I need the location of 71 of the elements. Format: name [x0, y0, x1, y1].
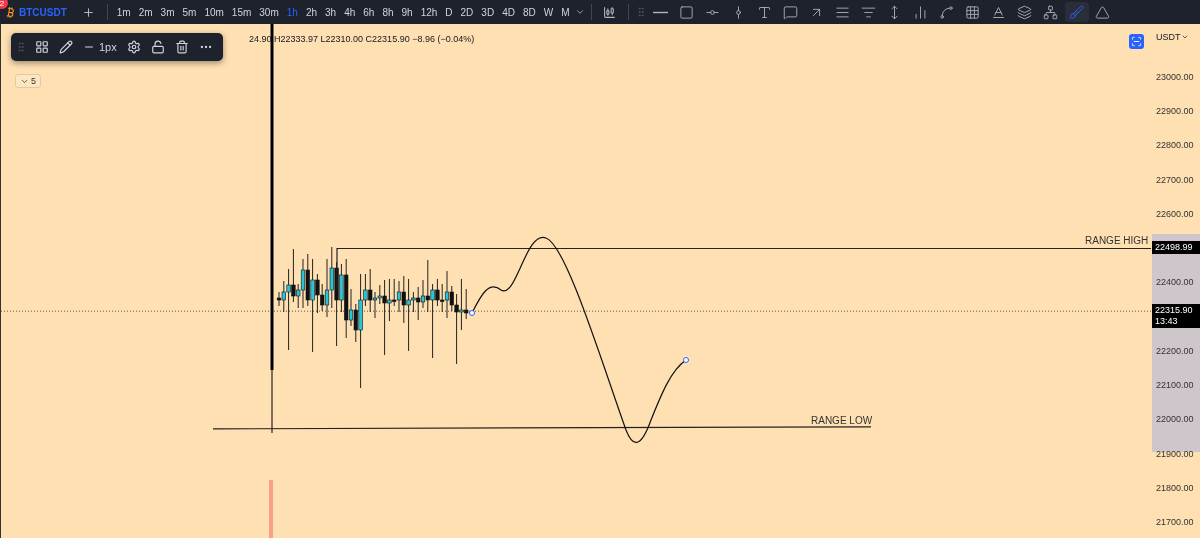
interval-tab[interactable]: W	[540, 6, 557, 18]
interval-tab[interactable]: 4h	[341, 6, 359, 18]
countdown: 13:43	[1155, 316, 1179, 328]
text-tool-icon	[757, 4, 773, 20]
price-label: 21700.00	[1156, 517, 1194, 527]
price-tag: 22498.99	[1152, 241, 1200, 255]
interval-tab[interactable]: 3h	[322, 6, 340, 18]
rectangle-tool-icon	[679, 4, 695, 20]
candlestick-icon	[603, 5, 617, 19]
plus-icon	[82, 5, 96, 19]
range-low-label: RANGE LOW	[811, 414, 873, 426]
interval-tab[interactable]: 2m	[135, 6, 156, 18]
price-label: 22100.00	[1156, 380, 1194, 391]
unlock-icon	[150, 40, 165, 54]
price-label: 22900.00	[1156, 106, 1194, 117]
price-label: 22200.00	[1156, 345, 1194, 356]
interval-tab[interactable]: 2D	[457, 6, 477, 18]
chevron-down-icon[interactable]	[574, 7, 585, 17]
interval-tab[interactable]: 30m	[256, 6, 282, 18]
interval-tab[interactable]: 12h	[417, 6, 441, 18]
grid-icon	[965, 4, 981, 20]
volume-bar	[269, 480, 273, 538]
price-label: 22700.00	[1156, 174, 1194, 185]
line-tool-icon	[653, 10, 669, 14]
interval-tab[interactable]: 3m	[157, 6, 178, 18]
callout-icon	[783, 4, 799, 20]
coin-icon	[4, 5, 17, 19]
interval-tab[interactable]: 4D	[499, 6, 518, 18]
last-price: 22315.90	[1155, 305, 1194, 317]
color-button[interactable]	[57, 38, 75, 56]
interval-tab[interactable]: D	[442, 6, 456, 18]
path-icon	[939, 4, 955, 20]
interval-tab[interactable]: 5m	[179, 6, 200, 18]
interval-tab[interactable]: 8D	[519, 6, 539, 18]
price-label: 23000.00	[1156, 72, 1194, 82]
interval-tab[interactable]: 6h	[360, 6, 378, 18]
drag-handle-icon[interactable]	[15, 41, 27, 53]
price-label: 21800.00	[1156, 482, 1194, 493]
price-label: 22800.00	[1156, 140, 1194, 151]
interval-tab[interactable]: 8h	[379, 6, 397, 18]
interval-tab[interactable]: 1m	[113, 6, 134, 18]
settings-icon	[126, 40, 141, 54]
collapse-button[interactable]: 5	[15, 74, 41, 88]
anchor-point[interactable]	[469, 310, 475, 316]
brush-tool[interactable]	[1064, 2, 1089, 22]
auto-scale-icon	[1131, 36, 1142, 47]
interval-tab[interactable]: 10m	[201, 6, 227, 18]
text-icon	[991, 4, 1007, 20]
auto-scale-button[interactable]	[1129, 34, 1144, 49]
notification-badge: 2	[0, 0, 8, 9]
interval-tab[interactable]: M	[558, 6, 573, 18]
ohlc-legend: 24.90 H22333.97 L22310.00 C22315.90 −8.96 (−0.04%)	[249, 34, 475, 44]
price-label: 21900.00	[1156, 448, 1194, 459]
line-width-button[interactable]: 1px	[81, 39, 119, 55]
triangle-icon	[1095, 4, 1111, 20]
price-label: 22600.00	[1156, 208, 1194, 219]
pattern-icon	[1043, 4, 1059, 20]
interval-tab[interactable]: 2h	[302, 6, 320, 18]
price-label: 22400.00	[1156, 277, 1194, 288]
currency-dropdown[interactable]: USDT	[1156, 32, 1189, 42]
brush-icon	[1069, 4, 1085, 20]
anchor-point[interactable]	[683, 357, 689, 363]
channel-icon	[835, 4, 851, 20]
interval-tab[interactable]: 3D	[478, 6, 498, 18]
pencil-icon	[59, 40, 73, 54]
price-label: 22000.00	[1156, 414, 1194, 425]
trash-icon	[174, 40, 189, 54]
interval-tab[interactable]: 15m	[228, 6, 255, 18]
range-high-label: RANGE HIGH	[1085, 235, 1149, 247]
interval-tab[interactable]: 9h	[398, 6, 416, 18]
chevron-down-icon	[1180, 33, 1189, 41]
